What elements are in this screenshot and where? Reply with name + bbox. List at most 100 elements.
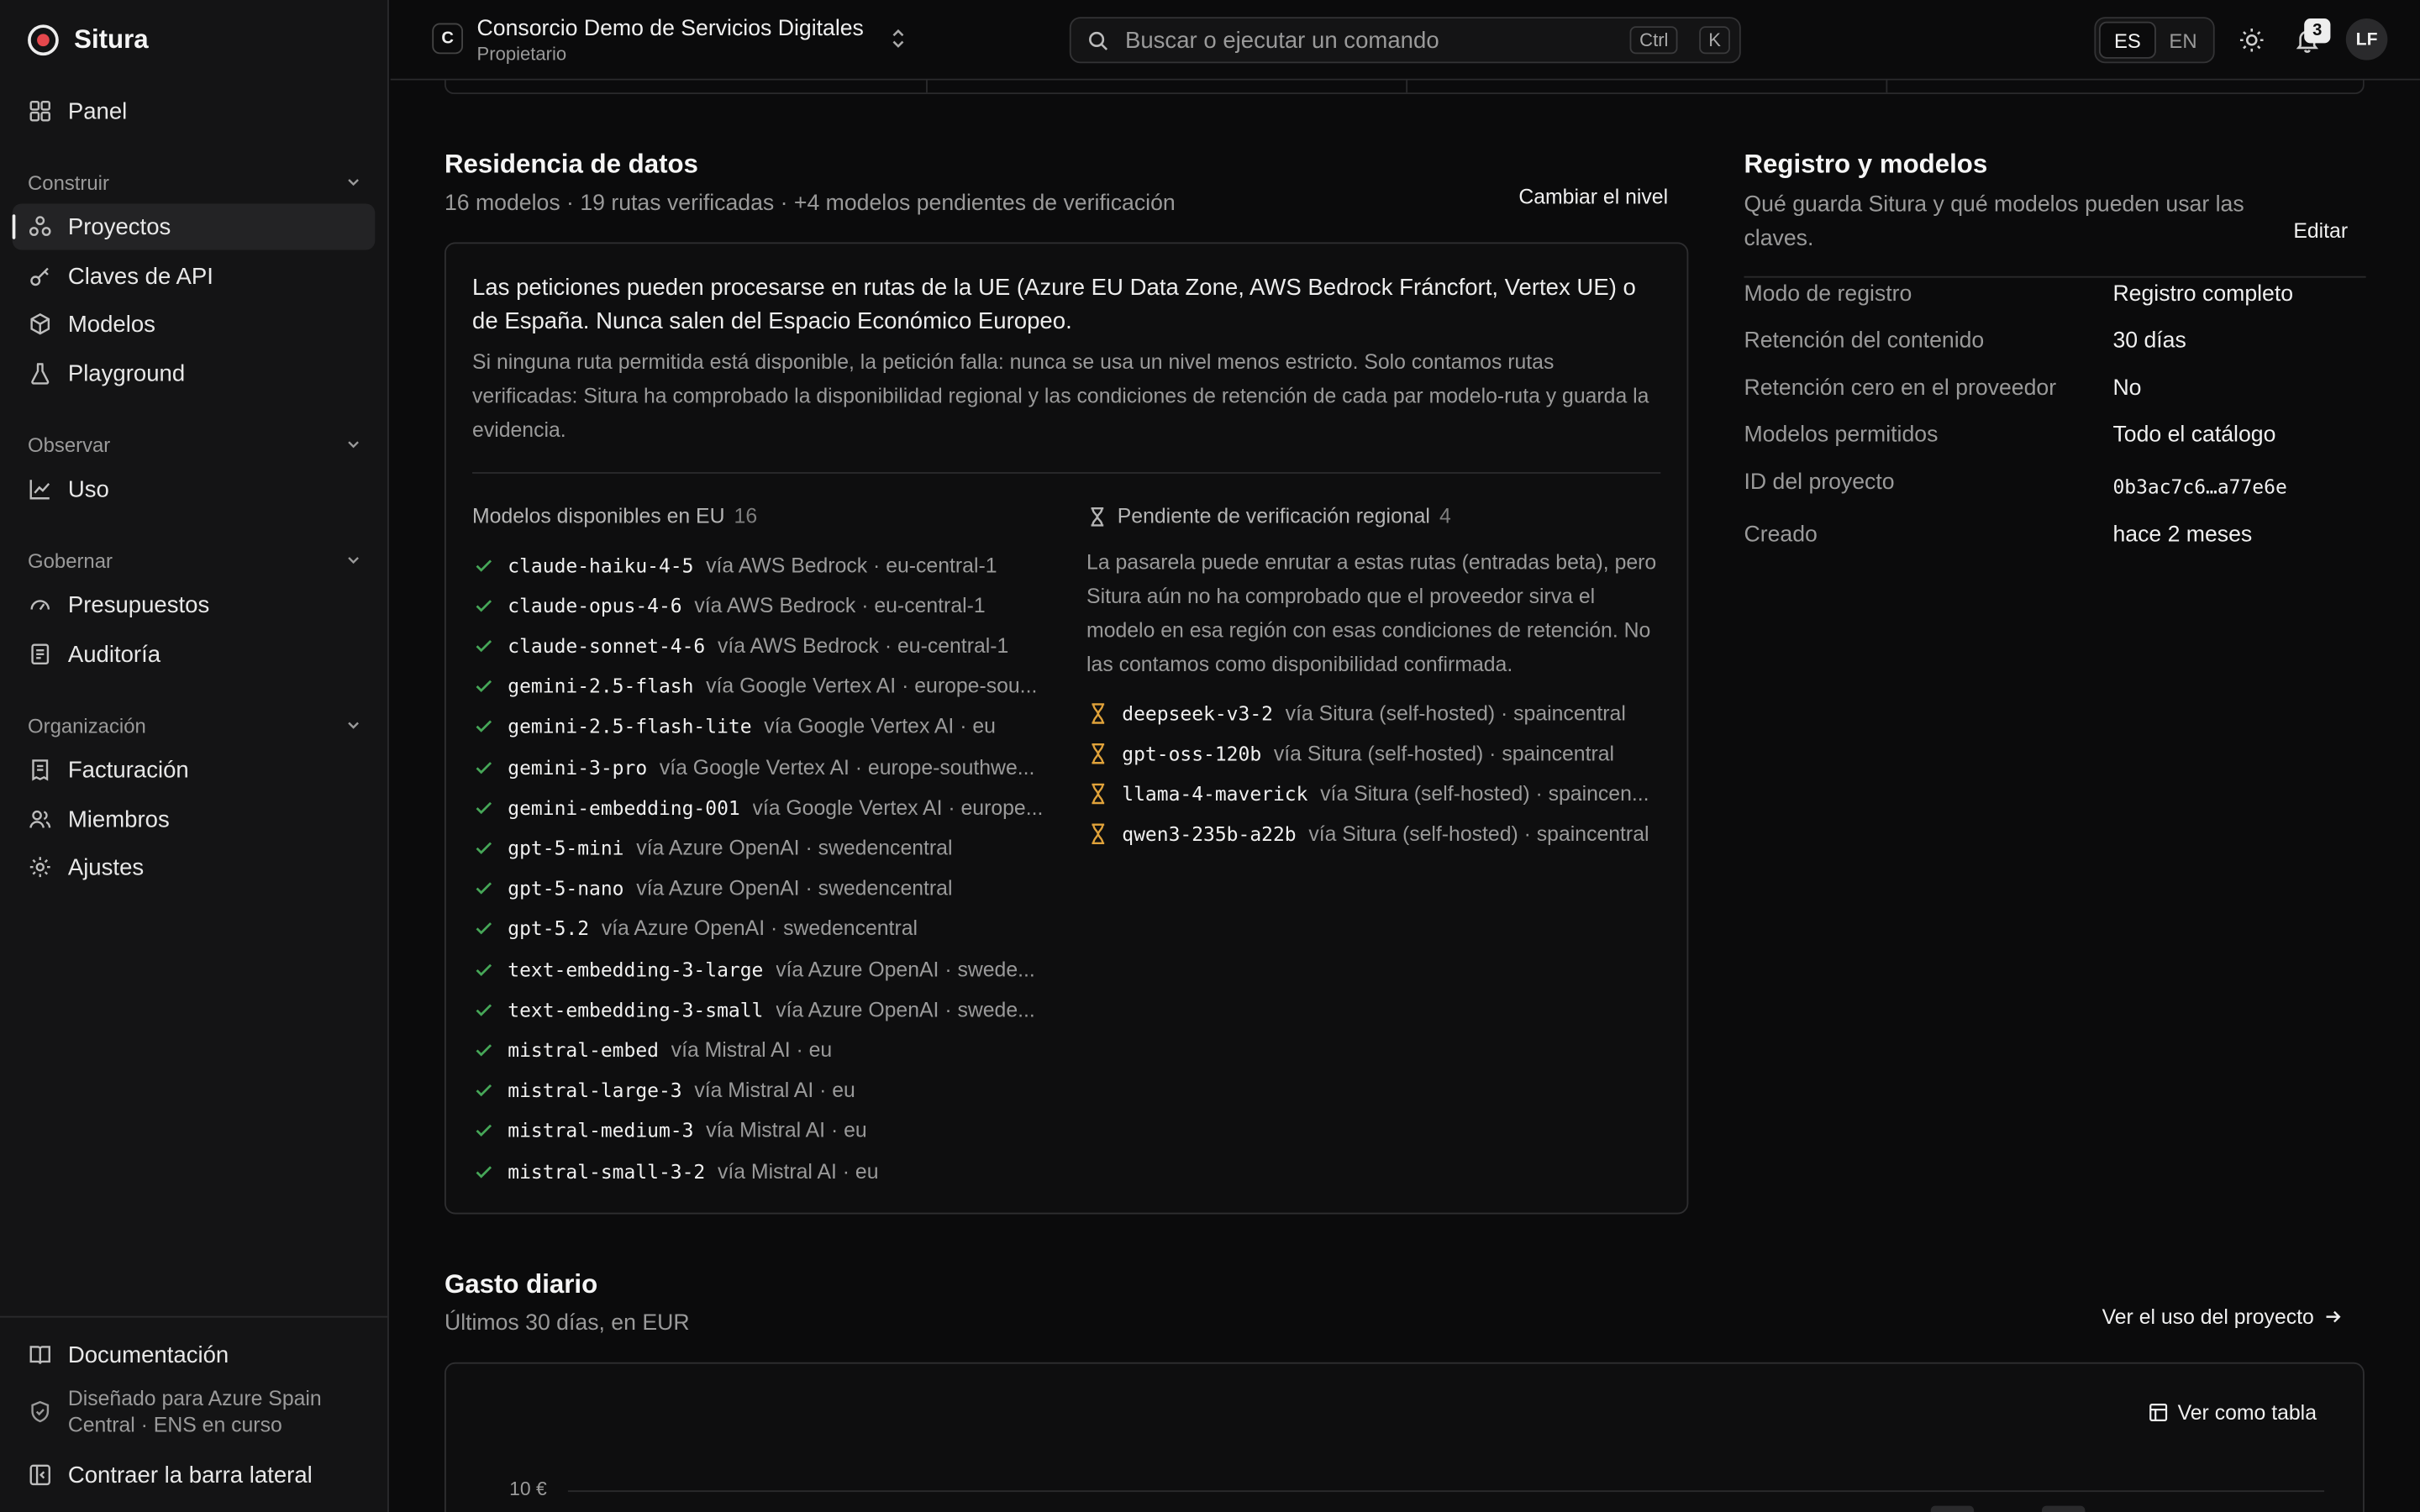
pending-model-row: deepseek-v3-2 vía Situra (self-hosted) · … [1086, 697, 1660, 728]
registry-key: Creado [1744, 522, 1818, 549]
model-name: llama-4-maverick [1122, 782, 1308, 806]
sidebar-item-api-keys[interactable]: Claves de API [13, 253, 376, 299]
search-icon [1089, 30, 1108, 50]
lang-en-option[interactable]: EN [2156, 22, 2210, 59]
available-model-row: gemini-2.5-flash vía Google Vertex AI · e… [472, 670, 1046, 701]
view-as-table-button[interactable]: Ver como tabla [2149, 1400, 2317, 1425]
sidebar-item-modelos[interactable]: Modelos [13, 301, 376, 347]
model-name: text-embedding-3-large [508, 957, 764, 981]
registry-key: Retención del contenido [1744, 328, 1985, 354]
brand[interactable]: Situra [28, 22, 149, 59]
section-title: Observar [28, 433, 111, 456]
available-model-row: claude-sonnet-4-6 vía AWS Bedrock · eu-ce… [472, 630, 1046, 661]
pending-models-title: Pendiente de verificación regional [1117, 504, 1430, 528]
org-avatar: C [432, 23, 464, 55]
sidebar-item-panel[interactable]: Panel [13, 88, 376, 134]
sidebar-item-presupuestos[interactable]: Presupuestos [13, 581, 376, 627]
available-model-row: claude-opus-4-6 vía AWS Bedrock · eu-cent… [472, 590, 1046, 621]
topbar: C Consorcio Demo de Servicios Digitales … [390, 0, 2420, 81]
sidebar-item-playground[interactable]: Playground [13, 350, 376, 396]
model-name: gpt-oss-120b [1122, 741, 1262, 765]
sidebar-item-proyectos[interactable]: Proyectos [12, 203, 376, 250]
sidebar-item-miembros[interactable]: Miembros [13, 796, 376, 843]
dashboard-icon [29, 101, 50, 122]
change-level-button[interactable]: Cambiar el nivel [1518, 185, 1668, 208]
section-title: Organización [28, 713, 146, 738]
sidebar-item-facturacion[interactable]: Facturación [13, 747, 376, 793]
pending-description: La pasarela puede enrutar a estas rutas … [1086, 550, 1657, 676]
available-model-row: gemini-2.5-flash-lite vía Google Vertex A… [472, 711, 1046, 742]
check-icon [476, 680, 492, 693]
scroll-icon [31, 643, 50, 664]
spend-bar [2041, 1505, 2086, 1512]
gear-icon [29, 857, 50, 878]
available-model-row: gpt-5.2 vía Azure OpenAI · swedencentral [472, 913, 1046, 944]
registry-value: Registro completo [2112, 282, 2294, 307]
residency-note: Si ninguna ruta permitida está disponibl… [472, 349, 1649, 442]
registry-title: Registro y modelos [1744, 150, 1988, 180]
sidebar-item-uso[interactable]: Uso [13, 466, 376, 512]
check-icon [476, 801, 492, 814]
sidebar-item-docs[interactable]: Documentación [13, 1331, 376, 1378]
model-route: vía Mistral AI · eu [694, 1079, 855, 1102]
check-icon [476, 639, 492, 653]
sidebar-item-label: Modelos [67, 311, 155, 338]
user-avatar[interactable]: LF [2345, 18, 2388, 60]
available-model-row: gpt-5-nano vía Azure OpenAI · swedencentr… [472, 873, 1046, 904]
section-title: Gobernar [28, 548, 113, 572]
model-name: mistral-medium-3 [508, 1119, 694, 1142]
section-construir[interactable]: Construir [28, 170, 361, 194]
command-search[interactable]: Buscar o ejecutar un comando Ctrl K [1069, 17, 1741, 64]
lang-es-option[interactable]: ES [2098, 21, 2156, 59]
model-route: vía Mistral AI · eu [706, 1119, 867, 1142]
model-name: gemini-embedding-001 [508, 795, 740, 819]
registry-key: ID del proyecto [1744, 470, 1895, 496]
model-name: gemini-2.5-flash [508, 674, 694, 698]
sidebar: Situra Panel Construir Proyectos Claves … [0, 0, 389, 1512]
available-models-count: 16 [734, 504, 758, 528]
sidebar-item-label: Auditoría [67, 641, 161, 668]
org-name[interactable]: Consorcio Demo de Servicios Digitales [477, 17, 864, 41]
divider [1744, 276, 2366, 278]
check-icon [476, 922, 492, 935]
pending-model-row: gpt-oss-120b vía Situra (self-hosted) · s… [1086, 738, 1660, 769]
sidebar-item-label: Miembros [67, 806, 170, 832]
table-icon [2149, 1404, 2168, 1421]
section-observar[interactable]: Observar [28, 432, 361, 456]
sidebar-item-label: Playground [67, 360, 186, 387]
available-model-row: claude-haiku-4-5 vía AWS Bedrock · eu-cen… [472, 549, 1046, 580]
available-model-row: text-embedding-3-small vía Azure OpenAI ·… [472, 994, 1046, 1025]
collapse-sidebar-button[interactable]: Contraer la barra lateral [13, 1452, 376, 1498]
view-as-table-label: Ver como tabla [2177, 1400, 2317, 1425]
model-route: vía Situra (self-hosted) · spaincen... [1320, 782, 1649, 806]
check-icon [476, 963, 492, 976]
arrow-right-icon [2327, 1310, 2342, 1323]
chevron-down-icon [348, 441, 359, 449]
sidebar-item-ajustes[interactable]: Ajustes [13, 844, 376, 890]
sun-icon[interactable] [2238, 26, 2265, 54]
sidebar-item-auditoria[interactable]: Auditoría [13, 631, 376, 677]
section-gobernar[interactable]: Gobernar [28, 548, 361, 572]
section-organizacion[interactable]: Organización [28, 713, 361, 738]
model-name: qwen3-235b-a22b [1122, 822, 1297, 846]
spend-bar [1930, 1505, 1975, 1512]
model-route: vía Azure OpenAI · swede... [776, 957, 1035, 981]
model-route: vía Mistral AI · eu [717, 1159, 879, 1183]
check-icon [476, 559, 492, 571]
chevron-down-icon [348, 722, 359, 729]
model-name: gpt-5.2 [508, 916, 590, 941]
available-models-header: Modelos disponibles en EU 16 [472, 505, 757, 528]
model-name: claude-haiku-4-5 [508, 553, 694, 577]
check-icon [476, 1165, 492, 1178]
projects-icon [29, 216, 51, 236]
hourglass-icon [1092, 702, 1105, 723]
view-project-usage-label: Ver el uso del proyecto [2102, 1305, 2314, 1329]
model-name: claude-opus-4-6 [508, 593, 682, 617]
available-model-row: mistral-medium-3 vía Mistral AI · eu [472, 1116, 1046, 1147]
hourglass-icon [1091, 507, 1104, 526]
edit-registry-button[interactable]: Editar [2293, 219, 2348, 243]
view-project-usage-link[interactable]: Ver el uso del proyecto [2102, 1305, 2344, 1329]
chevrons-up-down-icon[interactable] [889, 26, 908, 50]
registry-value: 30 días [2112, 328, 2186, 354]
pending-models-header: Pendiente de verificación regional 4 [1086, 505, 1451, 528]
